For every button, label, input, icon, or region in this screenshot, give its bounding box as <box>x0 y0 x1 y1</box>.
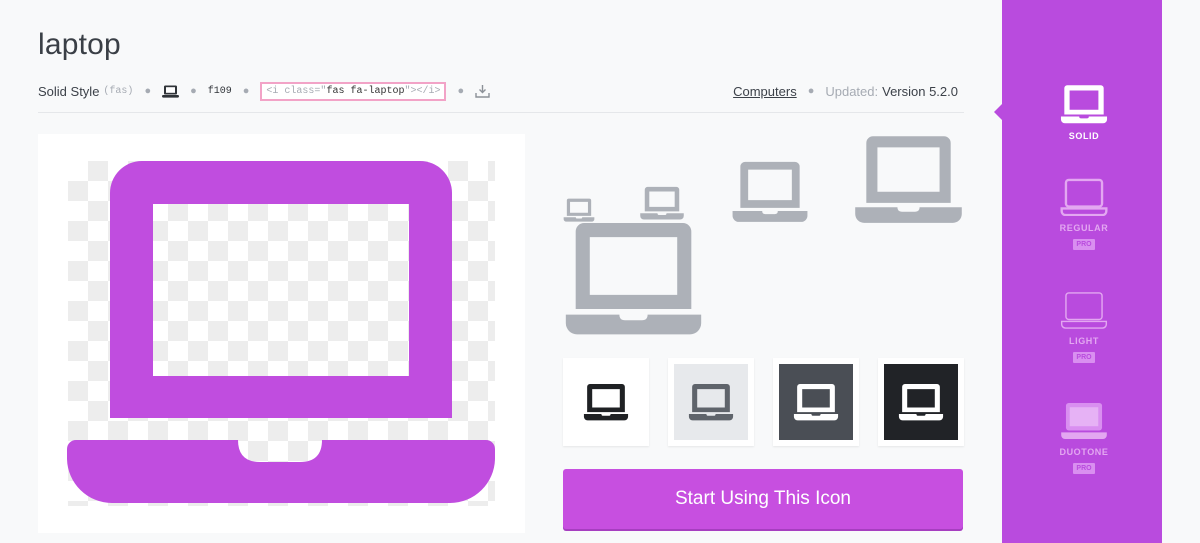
style-option-regular[interactable]: REGULAR PRO <box>1002 178 1166 251</box>
icon-meta-bar: Solid Style (fas) ● ● f109 ● <i class="f… <box>38 81 958 101</box>
style-label-regular: REGULAR <box>1059 223 1109 233</box>
swatch-dark-gray[interactable] <box>773 358 859 446</box>
laptop-size-xs-icon <box>563 198 595 222</box>
laptop-icon <box>688 384 734 421</box>
separator-dot: ● <box>190 85 197 97</box>
laptop-icon <box>793 384 839 421</box>
laptop-icon <box>583 384 629 421</box>
style-label-light: LIGHT <box>1069 336 1099 346</box>
divider <box>38 112 964 113</box>
style-label: Solid Style <box>38 83 100 99</box>
laptop-size-xl-icon <box>565 223 702 335</box>
separator-dot: ● <box>144 85 152 97</box>
laptop-size-sm-icon <box>640 186 684 220</box>
style-label-solid: SOLID <box>1068 131 1100 141</box>
updated-label: Updated: <box>825 83 879 99</box>
laptop-glyph-icon[interactable] <box>162 85 180 98</box>
laptop-solid-icon <box>1060 85 1108 124</box>
start-using-icon-button[interactable]: Start Using This Icon <box>563 469 963 529</box>
large-laptop-icon <box>67 161 495 504</box>
laptop-size-md-icon <box>732 161 808 222</box>
swatch-white[interactable] <box>563 358 649 446</box>
html-snippet[interactable]: <i class="fas fa-laptop"></i> <box>260 81 447 101</box>
separator-dot: ● <box>807 85 815 97</box>
separator-dot: ● <box>242 85 250 97</box>
unicode-value[interactable]: f109 <box>208 86 232 97</box>
category-link[interactable]: Computers <box>733 84 797 99</box>
laptop-light-icon <box>1060 292 1108 329</box>
large-preview-panel <box>38 134 525 533</box>
style-option-solid[interactable]: SOLID <box>1002 84 1166 141</box>
snippet-close: "></i> <box>404 85 441 97</box>
laptop-size-lg-icon <box>855 136 962 223</box>
style-sidebar: SOLID REGULAR PRO LIGHT PRO DUOTONE PRO <box>994 0 1162 543</box>
download-icon[interactable] <box>475 84 490 98</box>
snippet-open: <i class=" <box>266 85 327 97</box>
active-style-pointer <box>994 104 1002 120</box>
style-option-light[interactable]: LIGHT PRO <box>1002 291 1166 364</box>
laptop-regular-icon <box>1060 178 1108 217</box>
laptop-icon <box>898 384 944 421</box>
swatch-black[interactable] <box>878 358 964 446</box>
snippet-class: fas fa-laptop <box>326 85 405 97</box>
laptop-duotone-icon <box>1061 402 1107 440</box>
style-label-duotone: DUOTONE <box>1059 447 1109 457</box>
separator-dot: ● <box>457 85 465 97</box>
pro-badge: PRO <box>1073 463 1095 474</box>
icon-title: laptop <box>38 28 121 61</box>
style-prefix: (fas) <box>103 85 134 97</box>
version-value: Version 5.2.0 <box>882 83 958 99</box>
pro-badge: PRO <box>1073 239 1095 250</box>
pro-badge: PRO <box>1073 352 1095 363</box>
style-option-duotone[interactable]: DUOTONE PRO <box>1002 402 1166 475</box>
swatch-light-gray[interactable] <box>668 358 754 446</box>
